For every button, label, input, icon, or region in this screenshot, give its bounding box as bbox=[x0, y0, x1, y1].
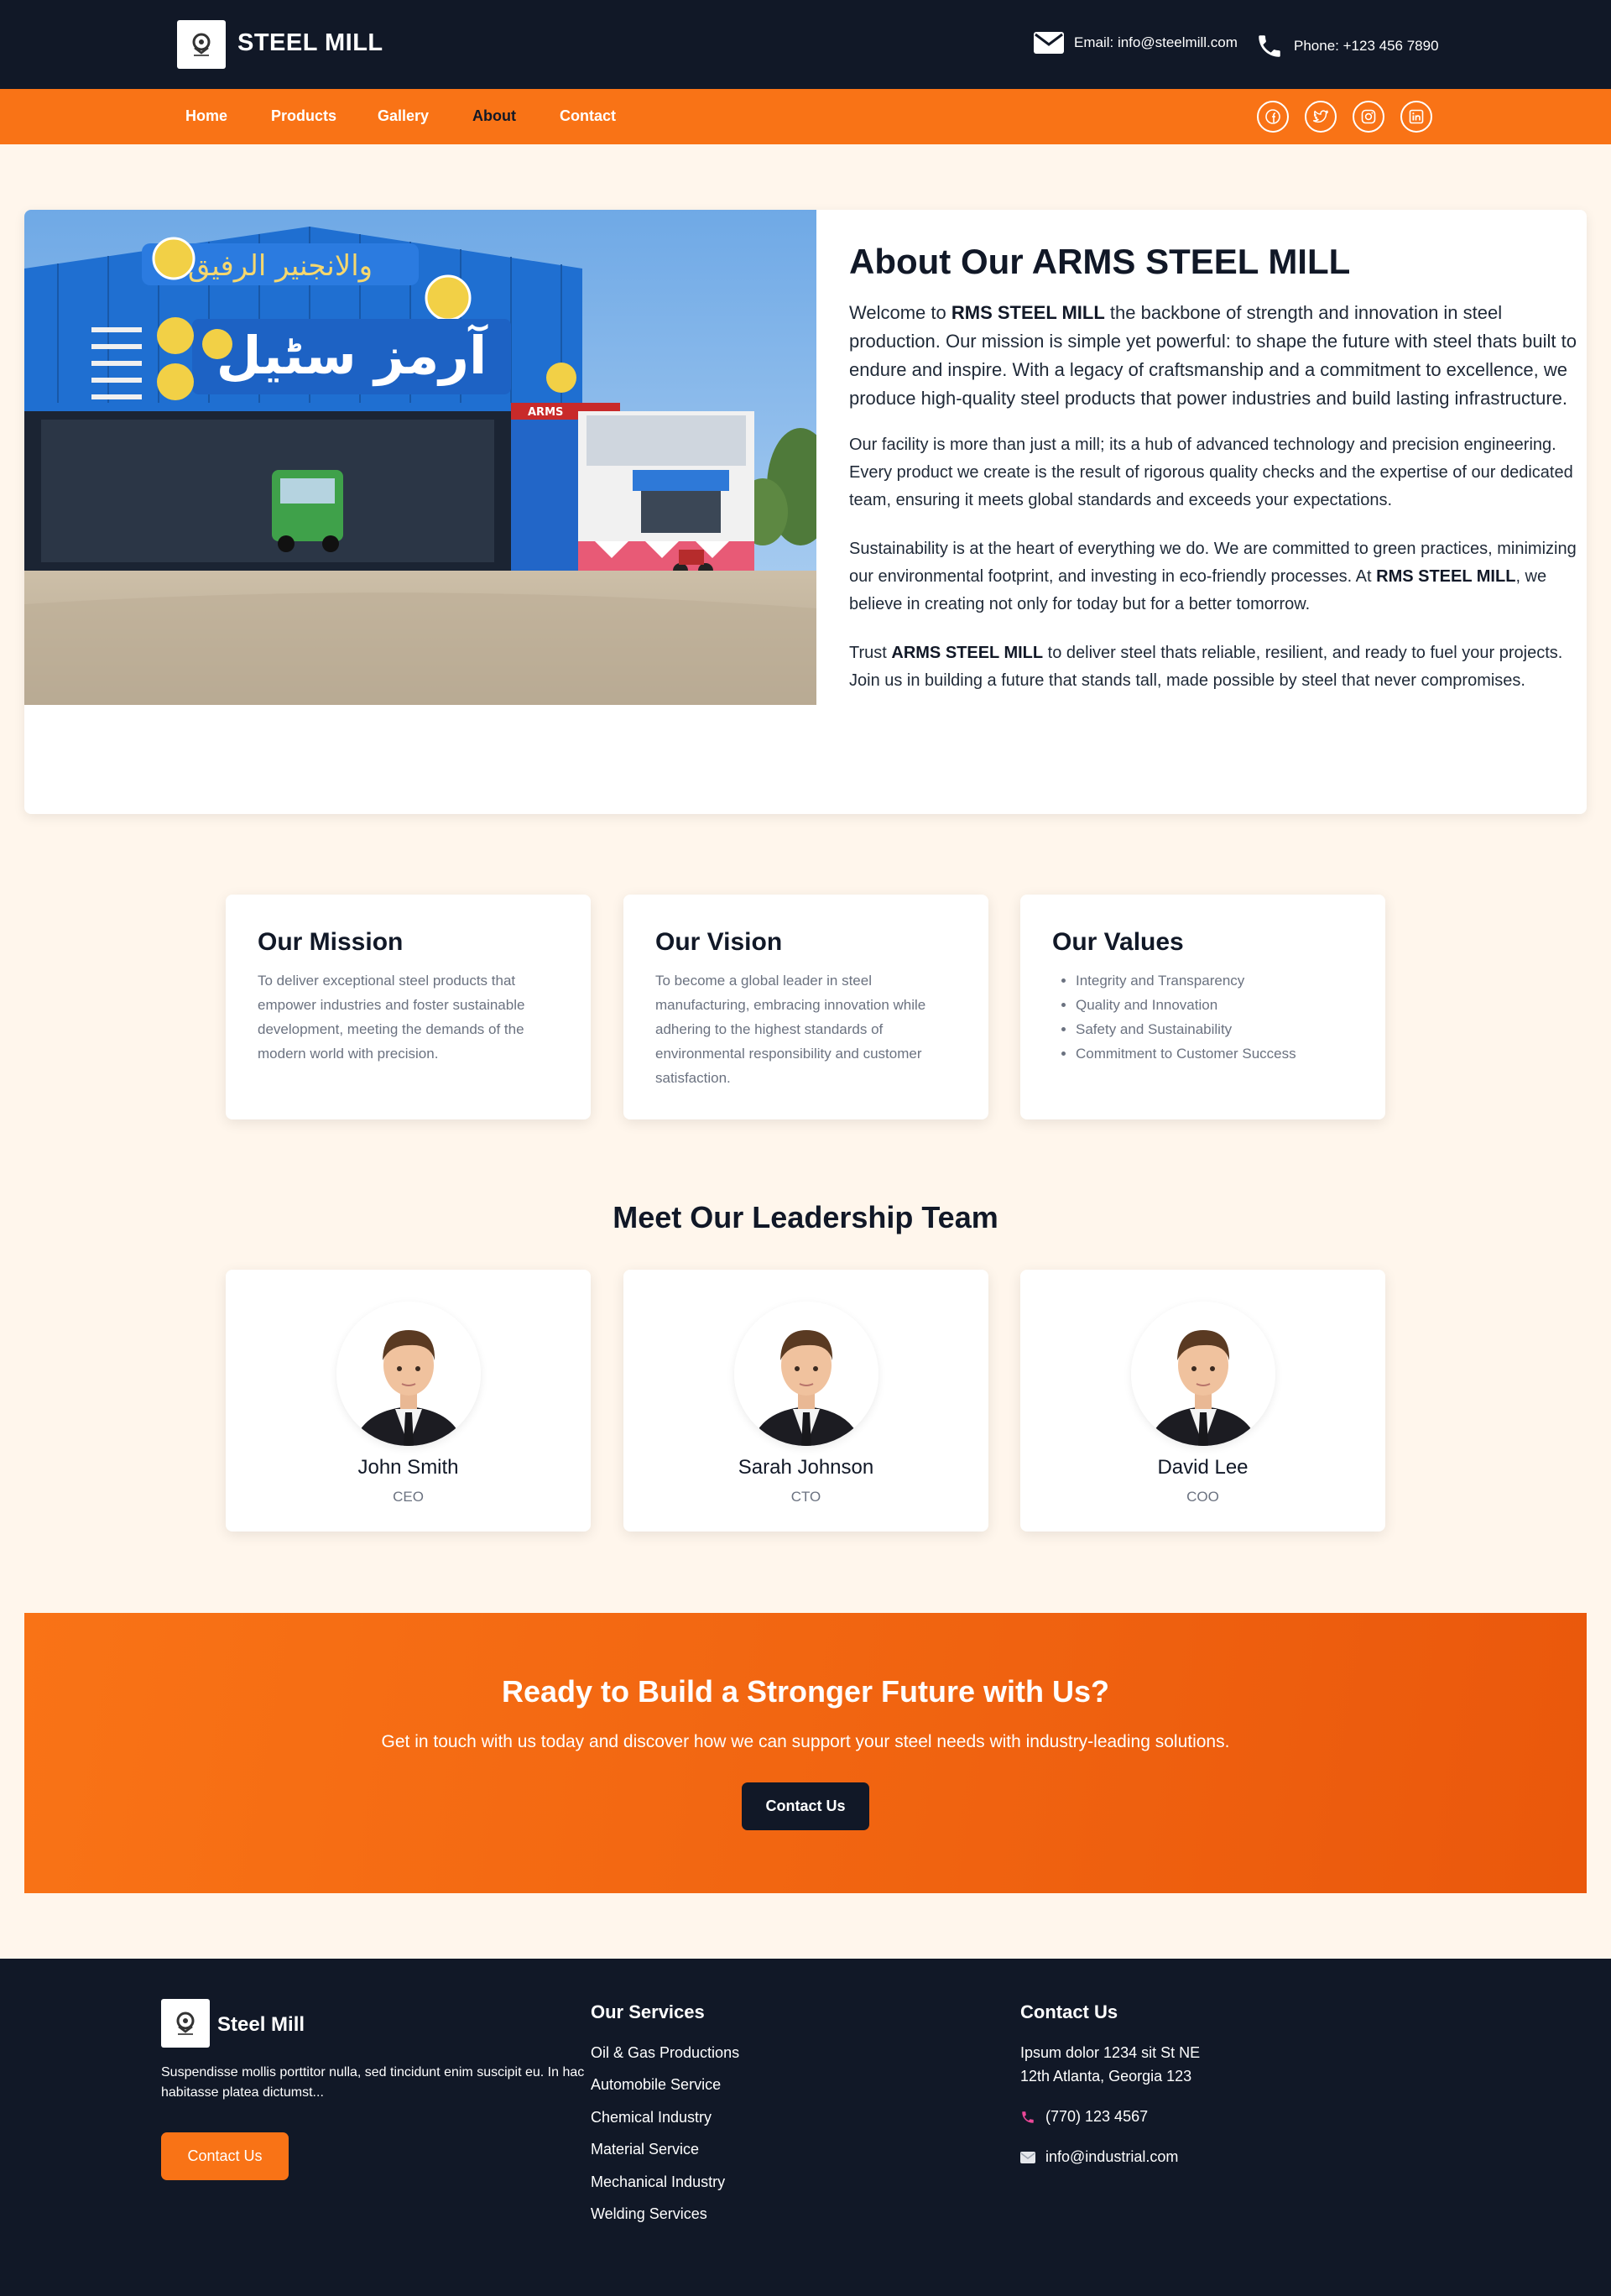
about-section: والانجنیر الرفیق آرمز سٹیل ARMS About Ou… bbox=[24, 210, 1587, 814]
phone-icon bbox=[1259, 35, 1280, 57]
cta-contact-button[interactable]: Contact Us bbox=[742, 1782, 869, 1830]
team-card: David Lee COO bbox=[1020, 1270, 1385, 1532]
gear-arms-logo-icon bbox=[192, 33, 211, 56]
values-item: Commitment to Customer Success bbox=[1076, 1041, 1353, 1066]
values-item: Safety and Sustainability bbox=[1076, 1017, 1353, 1041]
header-phone-text: Phone: +123 456 7890 bbox=[1294, 38, 1439, 54]
mission-title: Our Mission bbox=[258, 928, 404, 956]
header-email[interactable]: Email: info@steelmill.com bbox=[1034, 32, 1238, 54]
instagram-link[interactable] bbox=[1353, 101, 1384, 133]
footer-address-line: Ipsum dolor 1234 sit St NE bbox=[1020, 2044, 1201, 2061]
vision-text: To become a global leader in steel manuf… bbox=[655, 973, 926, 1086]
logo[interactable] bbox=[177, 20, 226, 69]
cta-subtitle: Get in touch with us today and discover … bbox=[381, 1732, 1230, 1751]
mission-text: To deliver exceptional steel products th… bbox=[258, 973, 525, 1062]
envelope-icon bbox=[1034, 32, 1064, 54]
footer-contact-title: Contact Us bbox=[1020, 2001, 1118, 2022]
envelope-icon bbox=[1020, 2151, 1035, 2163]
team-member-role: COO bbox=[1186, 1489, 1219, 1505]
team-member-name: Sarah Johnson bbox=[738, 1456, 874, 1479]
team-member-role: CEO bbox=[393, 1489, 424, 1505]
nav-gallery[interactable]: Gallery bbox=[378, 107, 429, 125]
team-member-role: CTO bbox=[790, 1489, 821, 1505]
footer-service-link[interactable]: Oil & Gas Productions bbox=[591, 2044, 739, 2062]
footer-logo[interactable] bbox=[161, 1999, 210, 2048]
footer: Steel Mill Suspendisse mollis porttitor … bbox=[0, 1959, 1611, 2296]
values-title: Our Values bbox=[1052, 928, 1184, 956]
twitter-icon bbox=[1312, 110, 1329, 123]
footer-service-link[interactable]: Chemical Industry bbox=[591, 2109, 712, 2126]
team-card: Sarah Johnson CTO bbox=[623, 1270, 988, 1532]
footer-phone[interactable]: (770) 123 4567 bbox=[1020, 2108, 1148, 2126]
portrait-avatar-icon bbox=[734, 1302, 878, 1446]
about-paragraph-trust: Trust ARMS STEEL MILL to deliver steel t… bbox=[849, 644, 1563, 690]
phone-icon bbox=[1022, 2111, 1034, 2123]
team-card: John Smith CEO bbox=[226, 1270, 591, 1532]
about-title: About Our ARMS STEEL MILL bbox=[849, 242, 1351, 281]
team-member-name: John Smith bbox=[357, 1456, 459, 1479]
footer-description: Suspendisse mollis porttitor nulla, sed … bbox=[161, 2065, 585, 2100]
instagram-icon bbox=[1361, 109, 1376, 124]
top-bar: STEEL MILL Email: info@steelmill.com Pho… bbox=[0, 0, 1611, 89]
facebook-icon bbox=[1265, 109, 1280, 124]
twitter-link[interactable] bbox=[1305, 101, 1337, 133]
footer-service-link[interactable]: Mechanical Industry bbox=[591, 2173, 725, 2191]
team-member-name: David Lee bbox=[1157, 1456, 1249, 1479]
nav-products[interactable]: Products bbox=[271, 107, 336, 125]
vision-card: Our Vision To become a global leader in … bbox=[623, 895, 988, 1119]
about-photo: والانجنیر الرفیق آرمز سٹیل ARMS bbox=[24, 210, 816, 705]
values-list: Integrity and Transparency Quality and I… bbox=[1052, 968, 1353, 1066]
svg-text:آرمز سٹیل: آرمز سٹیل bbox=[216, 323, 488, 386]
footer-email-text: info@industrial.com bbox=[1045, 2148, 1179, 2165]
cta-title: Ready to Build a Stronger Future with Us… bbox=[501, 1674, 1110, 1709]
main-nav: Home Products Gallery About Contact bbox=[0, 89, 1611, 144]
facebook-link[interactable] bbox=[1257, 101, 1289, 133]
linkedin-link[interactable] bbox=[1400, 101, 1432, 133]
nav-contact[interactable]: Contact bbox=[560, 107, 616, 125]
about-paragraph-sustainability: Sustainability is at the heart of everyt… bbox=[849, 540, 1577, 613]
footer-services-title: Our Services bbox=[591, 2001, 705, 2022]
values-card: Our Values Integrity and Transparency Qu… bbox=[1020, 895, 1385, 1119]
footer-address-line: 12th Atlanta, Georgia 123 bbox=[1020, 2068, 1192, 2085]
about-paragraph-facility: Our facility is more than just a mill; i… bbox=[849, 436, 1573, 509]
footer-service-link[interactable]: Automobile Service bbox=[591, 2076, 721, 2094]
brand-name[interactable]: STEEL MILL bbox=[237, 29, 383, 57]
values-item: Integrity and Transparency bbox=[1076, 968, 1353, 993]
portrait-avatar-icon bbox=[1131, 1302, 1275, 1446]
footer-service-link[interactable]: Welding Services bbox=[591, 2205, 707, 2223]
avatar bbox=[1131, 1302, 1275, 1446]
header-email-text: Email: info@steelmill.com bbox=[1074, 34, 1238, 50]
team-heading: Meet Our Leadership Team bbox=[613, 1200, 998, 1234]
nav-home[interactable]: Home bbox=[185, 107, 227, 125]
footer-email[interactable]: info@industrial.com bbox=[1020, 2148, 1178, 2166]
svg-text:والانجنیر الرفیق: والانجنیر الرفیق bbox=[188, 249, 373, 283]
values-item: Quality and Innovation bbox=[1076, 993, 1353, 1017]
cta-banner: Ready to Build a Stronger Future with Us… bbox=[24, 1613, 1587, 1893]
linkedin-icon bbox=[1409, 109, 1424, 124]
mission-card: Our Mission To deliver exceptional steel… bbox=[226, 895, 591, 1119]
about-text: About Our ARMS STEEL MILL Welcome to RMS… bbox=[849, 242, 1579, 716]
header-phone[interactable]: Phone: +123 456 7890 bbox=[1255, 32, 1439, 60]
avatar bbox=[734, 1302, 878, 1446]
gear-arms-logo-icon bbox=[176, 2012, 195, 2035]
avatar bbox=[336, 1302, 481, 1446]
footer-contact-button[interactable]: Contact Us bbox=[161, 2132, 289, 2180]
nav-about[interactable]: About bbox=[472, 107, 516, 125]
svg-text:ARMS: ARMS bbox=[528, 406, 563, 419]
footer-phone-text: (770) 123 4567 bbox=[1045, 2108, 1149, 2125]
vision-title: Our Vision bbox=[655, 928, 783, 956]
footer-brand: Steel Mill bbox=[217, 2013, 305, 2036]
footer-service-link[interactable]: Material Service bbox=[591, 2141, 699, 2158]
about-lead: Welcome to RMS STEEL MILL the backbone o… bbox=[849, 302, 1577, 409]
portrait-avatar-icon bbox=[336, 1302, 481, 1446]
footer-address: Ipsum dolor 1234 sit St NE 12th Atlanta,… bbox=[1020, 2041, 1200, 2088]
